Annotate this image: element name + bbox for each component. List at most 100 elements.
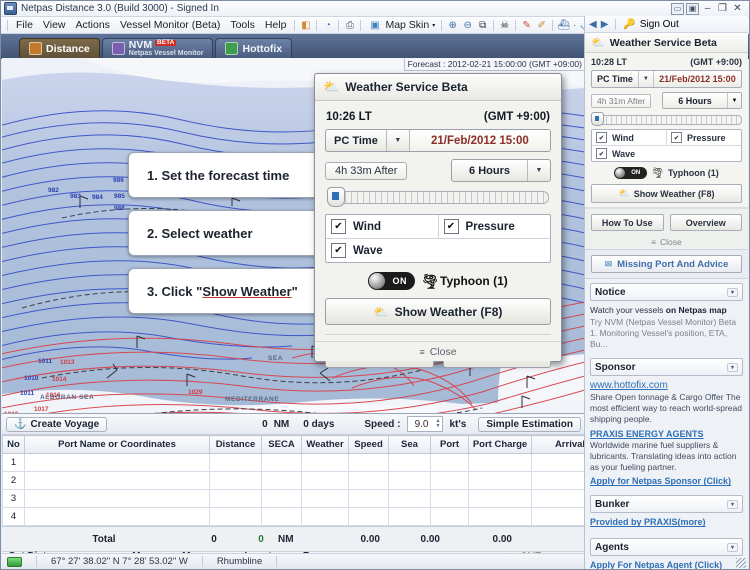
chevron-down-icon[interactable]: ▼ (385, 130, 409, 151)
checkbox-icon[interactable]: ✔ (596, 132, 607, 143)
check-pressure[interactable]: ✔ Pressure (437, 215, 551, 238)
tab-hottofix[interactable]: Hottofix (215, 38, 293, 58)
forecast-time-slider[interactable] (327, 187, 549, 207)
menu-tools[interactable]: Tools (225, 18, 260, 32)
zoom-in-icon[interactable]: ⊕ (445, 18, 460, 32)
cell-port[interactable] (430, 489, 469, 508)
cell-port-charge[interactable] (468, 453, 532, 472)
menu-vessel-monitor[interactable]: Vessel Monitor (Beta) (115, 18, 225, 32)
col-distance[interactable]: Distance (209, 435, 262, 454)
chevron-down-icon[interactable]: ▾ (726, 542, 738, 552)
restore-small-button[interactable]: ▭ (671, 2, 684, 15)
cell-weather[interactable] (301, 471, 349, 490)
zoom-out-icon[interactable]: ⊖ (460, 18, 475, 32)
col-port[interactable]: Port (430, 435, 469, 454)
menu-file[interactable]: File (11, 18, 38, 32)
col-no[interactable]: No (2, 435, 25, 454)
sidebar-close-bar[interactable]: ≡ Close (585, 235, 748, 250)
sidebar-overview-button[interactable]: Overview (669, 214, 742, 231)
cell-sea[interactable] (388, 453, 431, 472)
sidebar-check-wave[interactable]: ✔ Wave (592, 146, 741, 161)
notice-headline[interactable]: Watch your vessels on Netpas map (590, 305, 743, 315)
speed-stepper[interactable]: 9.0 ▲ ▼ (406, 416, 444, 432)
minimize-button[interactable]: – (701, 3, 714, 14)
sidebar-forecast-datetime[interactable]: 21/Feb/2012 15:00 (652, 71, 741, 87)
slider-track[interactable] (333, 191, 549, 204)
col-weather[interactable]: Weather (301, 435, 349, 454)
cell-sea[interactable] (388, 489, 431, 508)
agents-link[interactable]: Apply For Netpas Agent (Click) (590, 560, 743, 569)
cell-speed[interactable] (348, 489, 389, 508)
slider-handle[interactable] (591, 112, 604, 126)
cell-distance[interactable] (209, 489, 262, 508)
globe-icon[interactable]: ◔ (320, 18, 335, 32)
cell-weather[interactable] (301, 453, 349, 472)
simple-estimation-button[interactable]: Simple Estimation (478, 416, 581, 432)
sponsor-link-praxis[interactable]: PRAXIS ENERGY AGENTS (590, 429, 743, 439)
cell-port-name[interactable] (24, 489, 210, 508)
time-source-combo[interactable]: PC Time ▼ 21/Feb/2012 15:00 (325, 129, 551, 152)
cell-port[interactable] (430, 507, 469, 526)
map-skin-menu[interactable]: ▣ Map Skin ▾ (364, 18, 438, 32)
chevron-down-icon[interactable]: ▼ (727, 93, 741, 108)
col-sea[interactable]: Sea (388, 435, 431, 454)
fit-screen-icon[interactable]: ⧉ (475, 18, 490, 32)
tab-distance[interactable]: Distance (19, 38, 100, 58)
sidebar-typhoon-toggle[interactable]: ON (614, 167, 648, 179)
forecast-datetime-value[interactable]: 21/Feb/2012 15:00 (408, 130, 550, 151)
check-wind[interactable]: ✔ Wind (326, 215, 438, 238)
cell-port-name[interactable] (24, 471, 210, 490)
slider-handle[interactable] (327, 187, 345, 207)
checkbox-icon[interactable]: ✔ (596, 148, 607, 159)
interval-combo[interactable]: 6 Hours ▼ (451, 159, 551, 182)
chevron-down-icon[interactable]: ▾ (726, 362, 738, 372)
stepper-arrows-icon[interactable]: ▲ ▼ (436, 419, 443, 429)
cell-seca[interactable] (261, 453, 302, 472)
sidebar-sign-out-link[interactable]: Sign Out (640, 19, 679, 30)
restore-small-button-2[interactable]: ▣ (686, 2, 699, 15)
measure-icon[interactable]: ✎ (519, 18, 534, 32)
cell-seca[interactable] (261, 489, 302, 508)
cell-seca[interactable] (261, 471, 302, 490)
cell-port-name[interactable] (24, 507, 210, 526)
chevron-down-icon[interactable]: ▾ (726, 287, 738, 297)
chevron-down-icon[interactable]: ▼ (637, 71, 653, 87)
checkbox-icon[interactable]: ✔ (443, 219, 459, 234)
chevron-down-icon[interactable]: ▼ (527, 160, 550, 181)
cell-port-charge[interactable] (468, 489, 532, 508)
cell-sea[interactable] (388, 471, 431, 490)
dot-icon[interactable]: · (571, 18, 578, 32)
cell-distance[interactable] (209, 471, 262, 490)
col-seca[interactable]: SECA (261, 435, 302, 454)
check-wave[interactable]: ✔ Wave (326, 239, 550, 262)
cell-distance[interactable] (209, 507, 262, 526)
vessel-icon[interactable]: ⛴ (556, 18, 571, 32)
cell-weather[interactable] (301, 507, 349, 526)
menu-view[interactable]: View (38, 18, 71, 32)
col-port-name[interactable]: Port Name or Coordinates (24, 435, 210, 454)
cell-port[interactable] (430, 453, 469, 472)
checkbox-icon[interactable]: ✔ (331, 243, 346, 258)
cell-distance[interactable] (209, 453, 262, 472)
cell-seca[interactable] (261, 507, 302, 526)
slider-track[interactable] (596, 115, 742, 125)
menu-help[interactable]: Help (260, 18, 292, 32)
cell-port-name[interactable] (24, 453, 210, 472)
sidebar-interval-combo[interactable]: 6 Hours ▼ (662, 92, 742, 109)
back-icon[interactable]: ◀ (589, 19, 597, 30)
sponsor-link-hottofix[interactable]: www.hottofix.com (590, 380, 743, 391)
forward-icon[interactable]: ▶ (601, 19, 609, 30)
sponsor-header[interactable]: Sponsor ▾ (590, 358, 743, 377)
tab-nvm[interactable]: NVM BETA Netpas Vessel Monitor (101, 38, 214, 58)
cell-speed[interactable] (348, 471, 389, 490)
cell-port-charge[interactable] (468, 507, 532, 526)
sidebar-check-wind[interactable]: ✔ Wind (592, 130, 666, 145)
show-weather-button[interactable]: ⛅ Show Weather (F8) (325, 298, 551, 325)
cell-speed[interactable] (348, 507, 389, 526)
weather-service-dialog[interactable]: ⛅ Weather Service Beta 10:26 LT (GMT +9:… (314, 73, 562, 368)
cell-weather[interactable] (301, 489, 349, 508)
col-port-charge[interactable]: Port Charge (468, 435, 532, 454)
col-speed[interactable]: Speed (348, 435, 389, 454)
window-controls[interactable]: ▭ ▣ – ❐ ✕ (671, 2, 744, 15)
chart-icon[interactable]: ◧ (298, 18, 313, 32)
